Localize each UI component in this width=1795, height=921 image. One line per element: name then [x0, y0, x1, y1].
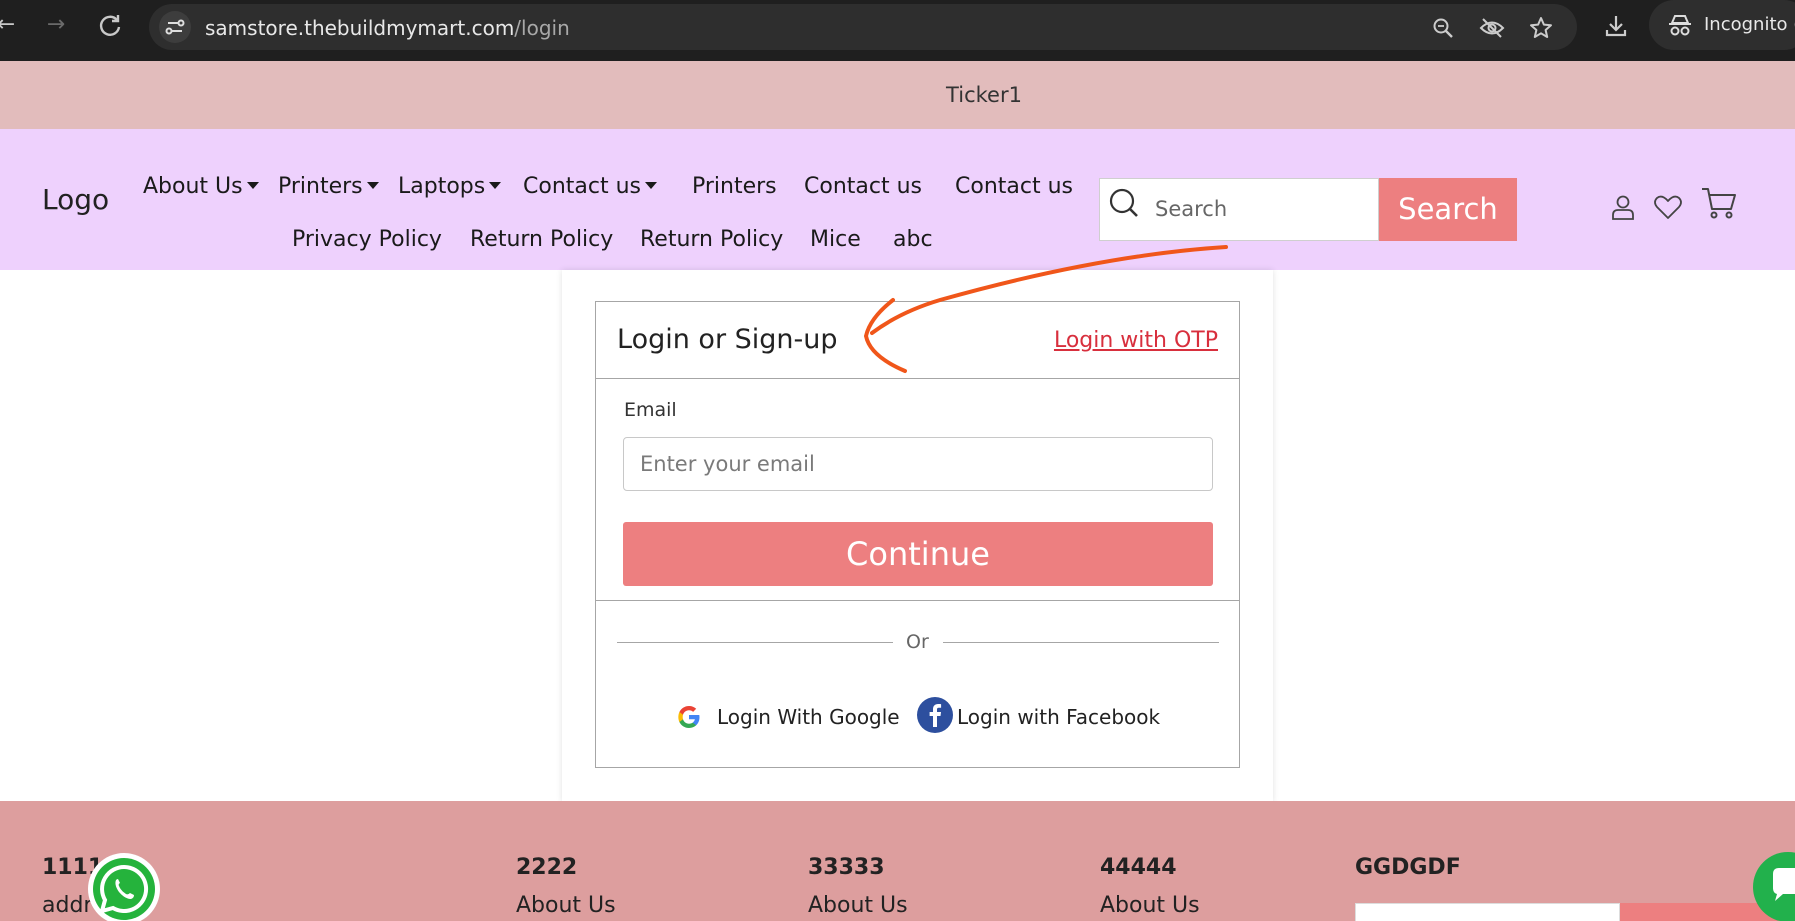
nav-about-us[interactable]: About Us: [143, 174, 259, 199]
forward-icon[interactable]: →: [42, 11, 70, 39]
nav-contact-us-2[interactable]: Contact us: [955, 174, 1073, 199]
nav-return-policy[interactable]: Return Policy: [470, 227, 613, 252]
incognito-icon: [1669, 15, 1691, 36]
facebook-icon: [917, 697, 953, 733]
heart-icon[interactable]: [1651, 190, 1685, 224]
google-login-button[interactable]: Login With Google: [676, 696, 900, 736]
back-icon[interactable]: ←: [0, 11, 20, 39]
address-bar[interactable]: samstore.thebuildmymart.com/login: [149, 4, 1577, 50]
nav-label: About Us: [143, 174, 243, 199]
chevron-down-icon: [489, 181, 502, 189]
incognito-label: Incognito (2: [1704, 14, 1795, 35]
nav-laptops-dropdown[interactable]: Laptops: [398, 174, 502, 199]
nav-label: Printers: [278, 174, 363, 199]
continue-button[interactable]: Continue: [623, 522, 1213, 586]
nav-label: Contact us: [523, 174, 641, 199]
login-header: Login or Sign-up Login with OTP: [596, 302, 1239, 379]
user-icon[interactable]: [1606, 190, 1640, 224]
section-divider: [596, 600, 1239, 601]
search-input[interactable]: [1155, 194, 1365, 224]
nav-label: Laptops: [398, 174, 486, 199]
chat-icon: [1773, 868, 1795, 901]
facebook-login-label: Login with Facebook: [957, 705, 1161, 729]
ticker-bar: Ticker1: [0, 61, 1795, 129]
footer-link-about-us[interactable]: About Us: [516, 893, 616, 918]
chevron-down-icon: [246, 181, 259, 189]
nav-abc[interactable]: abc: [893, 227, 933, 252]
search-box: [1099, 178, 1379, 241]
chevron-down-icon: [645, 181, 657, 189]
or-divider-left: [617, 642, 893, 643]
email-label: Email: [624, 399, 677, 421]
site-header: Logo About Us Printers Laptops Contact u…: [0, 129, 1795, 270]
newsletter-input[interactable]: [1355, 903, 1620, 921]
login-with-otp-link[interactable]: Login with OTP: [1054, 328, 1218, 353]
footer-heading: 2222: [516, 855, 578, 880]
nav-printers[interactable]: Printers: [692, 174, 777, 199]
footer-link[interactable]: addr: [42, 893, 92, 918]
cart-icon[interactable]: [1699, 184, 1739, 222]
search-button[interactable]: Search: [1379, 178, 1517, 241]
nav-return-policy-2[interactable]: Return Policy: [640, 227, 783, 252]
url-path: /login: [514, 16, 570, 40]
incognito-indicator[interactable]: Incognito (2: [1649, 0, 1795, 50]
nav-mice[interactable]: Mice: [810, 227, 861, 252]
nav-contact-us[interactable]: Contact us: [804, 174, 922, 199]
footer-heading: GGDGDF: [1355, 855, 1461, 880]
nav-printers-dropdown[interactable]: Printers: [278, 174, 379, 199]
footer-heading: 33333: [808, 855, 885, 880]
login-form: Login or Sign-up Login with OTP Email Co…: [595, 301, 1240, 768]
ticker-text: Ticker1: [946, 83, 1022, 107]
site-settings-icon[interactable]: [159, 11, 191, 43]
email-field[interactable]: [623, 437, 1213, 491]
star-icon[interactable]: [1529, 16, 1553, 40]
site-footer: 11111 addr 2222 About Us 33333 About Us …: [0, 801, 1795, 921]
eye-off-icon[interactable]: [1479, 16, 1505, 40]
footer-heading: 44444: [1100, 855, 1177, 880]
login-title: Login or Sign-up: [617, 324, 838, 355]
footer-link-about-us[interactable]: About Us: [1100, 893, 1200, 918]
chevron-down-icon: [366, 181, 379, 189]
url-text[interactable]: samstore.thebuildmymart.com/login: [205, 16, 570, 40]
facebook-login-button[interactable]: Login with Facebook: [916, 696, 1176, 736]
download-icon[interactable]: [1603, 13, 1629, 39]
browser-toolbar: ← → samstore.thebuildmymart.com/login In…: [0, 0, 1795, 61]
site-logo[interactable]: Logo: [42, 183, 109, 216]
nav-contact-dropdown[interactable]: Contact us: [523, 174, 657, 199]
chat-widget-button[interactable]: [1753, 852, 1795, 921]
whatsapp-button[interactable]: [88, 853, 160, 921]
whatsapp-icon: [93, 858, 155, 920]
google-login-label: Login With Google: [717, 705, 900, 729]
google-icon: [678, 706, 700, 728]
or-divider-right: [943, 642, 1219, 643]
url-host: samstore.thebuildmymart.com: [205, 16, 515, 40]
reload-icon[interactable]: [96, 11, 124, 39]
or-label: Or: [906, 631, 929, 653]
nav-privacy-policy[interactable]: Privacy Policy: [292, 227, 442, 252]
footer-link-about-us[interactable]: About Us: [808, 893, 908, 918]
search-icon: [1109, 188, 1138, 217]
zoom-icon[interactable]: [1431, 16, 1455, 40]
